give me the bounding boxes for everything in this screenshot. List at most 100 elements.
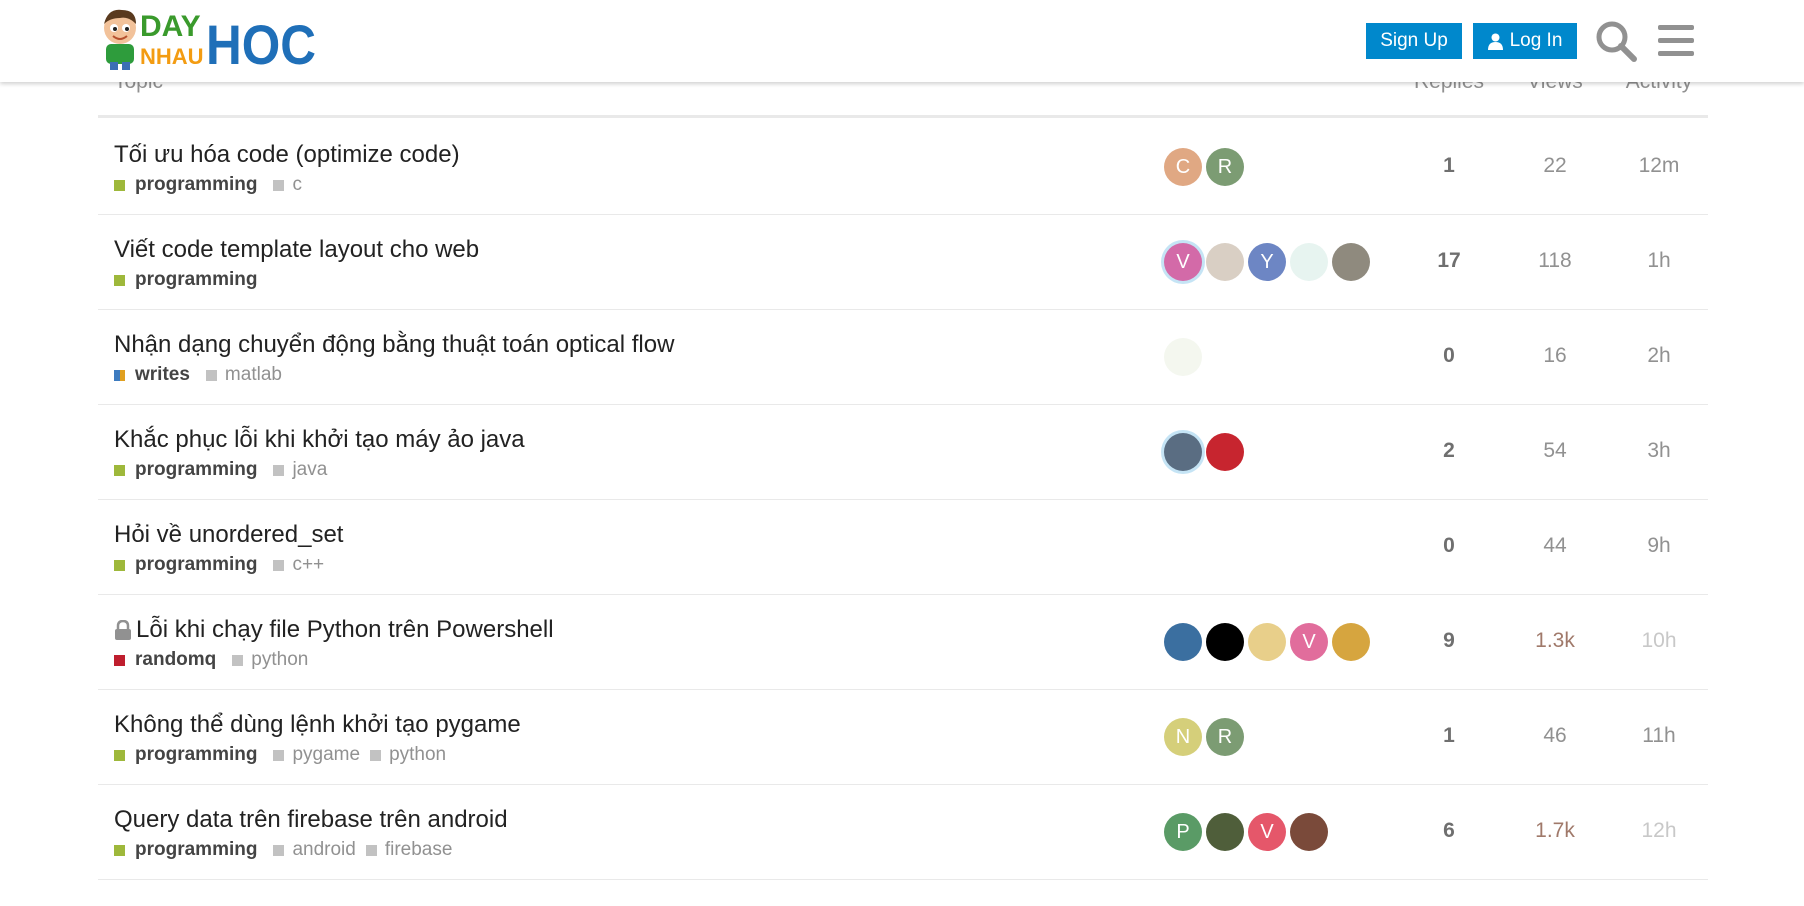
tag-link[interactable]: c [273,174,302,196]
posters: CR [1164,148,1248,186]
topic-row[interactable]: Tối ưu hóa code (optimize code) programmi… [98,120,1708,215]
views-count: 46 [1543,724,1567,747]
activity-time[interactable]: 3h [1614,439,1704,463]
posters: PV [1164,813,1332,851]
category-color-swatch [114,844,125,856]
tag-link[interactable]: python [232,649,308,671]
log-in-button[interactable]: Log In [1473,23,1577,59]
category-color-swatch [114,369,125,381]
topic-meta: programming java [114,458,337,482]
avatar[interactable]: V [1248,813,1286,851]
avatar[interactable] [1164,433,1202,471]
tag-name: pygame [292,744,361,765]
lock-icon [115,620,131,640]
category-badge[interactable]: programming [114,459,257,481]
avatar[interactable] [1206,433,1244,471]
logo-image: DAY NHAU HOC [104,9,316,72]
avatar-letter: P [1176,820,1190,843]
topic-row[interactable]: Hỏi về unordered_set programming c++ 0 44 9h [98,500,1708,595]
topic-title-link[interactable]: Tối ưu hóa code (optimize code) [114,141,460,169]
replies-count: 0 [1443,344,1455,367]
avatar[interactable] [1248,623,1286,661]
tag-link[interactable]: android [273,839,356,861]
topic-row[interactable]: Query data trên firebase trên android pro… [98,785,1708,880]
category-color-swatch [114,749,125,761]
topic-title-text: Hỏi về unordered_set [114,521,344,548]
avatar[interactable] [1206,243,1244,281]
topic-title-text: Lỗi khi chạy file Python trên Powershell [136,616,554,643]
topic-row[interactable]: Nhận dạng chuyển động bằng thuật toán op… [98,310,1708,405]
activity-time[interactable]: 9h [1614,534,1704,558]
avatar-letter: N [1175,725,1191,748]
search-icon[interactable] [1594,19,1638,63]
category-color-swatch [114,179,125,191]
avatar[interactable] [1290,243,1328,281]
activity-time[interactable]: 12h [1614,819,1704,843]
posters: V [1164,623,1374,661]
avatar[interactable]: N [1164,718,1202,756]
avatar[interactable]: R [1206,148,1244,186]
topic-title-link[interactable]: Không thể dùng lệnh khởi tạo pygame [114,711,521,739]
avatar-letter: R [1217,155,1233,178]
category-badge[interactable]: programming [114,174,257,196]
topic-title-link[interactable]: Nhận dạng chuyển động bằng thuật toán op… [114,331,674,359]
category-color-swatch [114,274,125,286]
avatar[interactable] [1290,813,1328,851]
hamburger-menu-icon[interactable] [1654,19,1698,63]
tag-name: python [389,744,447,765]
activity-time[interactable]: 12m [1614,154,1704,178]
tag-square-icon [273,559,285,571]
avatar[interactable] [1164,338,1202,376]
avatar[interactable]: Y [1248,243,1286,281]
activity-time[interactable]: 11h [1614,724,1704,748]
category-badge[interactable]: programming [114,269,257,291]
tag-link[interactable]: java [273,459,327,481]
category-badge[interactable]: randomq [114,649,216,671]
tag-square-icon [273,749,285,761]
tag-square-icon [370,749,382,761]
tag-name: python [251,649,309,670]
svg-text:DAY: DAY [140,10,201,43]
activity-time[interactable]: 2h [1614,344,1704,368]
replies-count: 1 [1443,154,1455,177]
activity-time[interactable]: 10h [1614,629,1704,653]
tag-link[interactable]: python [370,744,446,766]
topic-title-link[interactable]: Query data trên firebase trên android [114,806,508,834]
avatar[interactable]: V [1164,243,1202,281]
topic-row[interactable]: Không thể dùng lệnh khởi tạo pygame progr… [98,690,1708,785]
site-logo[interactable]: DAY NHAU HOC [98,6,318,72]
avatar[interactable] [1164,623,1202,661]
topic-title-link[interactable]: Hỏi về unordered_set [114,521,343,549]
topic-title-link[interactable]: Viết code template layout cho web [114,236,479,264]
sign-up-button[interactable]: Sign Up [1366,23,1462,59]
topic-title-text: Không thể dùng lệnh khởi tạo pygame [114,711,521,738]
tag-link[interactable]: firebase [365,839,452,861]
topic-list: Tối ưu hóa code (optimize code) programmi… [98,120,1708,880]
topic-meta: programming c [114,173,312,197]
site-header: DAY NHAU HOC Sign Up Log In [0,0,1804,82]
tag-square-icon [365,844,377,856]
avatar[interactable] [1332,243,1370,281]
category-badge[interactable]: programming [114,839,257,861]
svg-text:HOC: HOC [206,13,316,72]
topic-row[interactable]: Khắc phục lỗi khi khởi tạo máy ảo java pr… [98,405,1708,500]
category-badge[interactable]: programming [114,554,257,576]
avatar[interactable] [1206,623,1244,661]
avatar[interactable]: V [1290,623,1328,661]
tag-link[interactable]: matlab [205,364,282,386]
topic-title-link[interactable]: Lỗi khi chạy file Python trên Powershell [114,616,554,644]
category-badge[interactable]: writes [114,364,190,386]
activity-time[interactable]: 1h [1614,249,1704,273]
avatar[interactable] [1206,813,1244,851]
avatar[interactable] [1332,623,1370,661]
tag-link[interactable]: pygame [273,744,360,766]
tag-link[interactable]: c++ [273,554,324,576]
topic-row[interactable]: Lỗi khi chạy file Python trên Powershell… [98,595,1708,690]
svg-text:NHAU: NHAU [140,44,204,69]
topic-title-link[interactable]: Khắc phục lỗi khi khởi tạo máy ảo java [114,426,525,454]
avatar[interactable]: C [1164,148,1202,186]
avatar[interactable]: R [1206,718,1244,756]
category-badge[interactable]: programming [114,744,257,766]
topic-row[interactable]: Viết code template layout cho web program… [98,215,1708,310]
avatar[interactable]: P [1164,813,1202,851]
